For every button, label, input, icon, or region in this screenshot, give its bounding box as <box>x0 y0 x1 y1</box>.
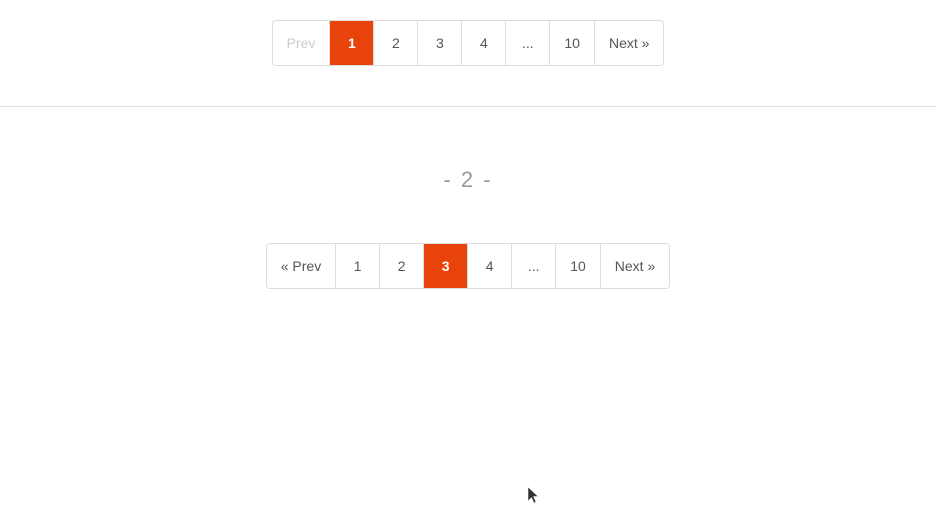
pagination-section-1: Prev 1 2 3 4 ... 10 Next » <box>0 0 936 106</box>
page-2-btn-2[interactable]: 2 <box>380 244 424 288</box>
cursor-pointer <box>528 487 540 505</box>
prev-button-1[interactable]: Prev <box>273 21 331 65</box>
page-3-btn-1[interactable]: 3 <box>418 21 462 65</box>
page-1-btn-1[interactable]: 1 <box>330 21 374 65</box>
page-10-btn-1[interactable]: 10 <box>550 21 595 65</box>
next-button-2[interactable]: Next » <box>601 244 669 288</box>
prev-button-2[interactable]: « Prev <box>267 244 336 288</box>
section-label: - 2 - <box>443 167 492 193</box>
pagination-2: « Prev 1 2 3 4 ... 10 Next » <box>266 243 671 289</box>
page-4-btn-1[interactable]: 4 <box>462 21 506 65</box>
page-4-btn-2[interactable]: 4 <box>468 244 512 288</box>
page-1-btn-2[interactable]: 1 <box>336 244 380 288</box>
pagination-1: Prev 1 2 3 4 ... 10 Next » <box>272 20 665 66</box>
page-2-btn-1[interactable]: 2 <box>374 21 418 65</box>
next-button-1[interactable]: Next » <box>595 21 663 65</box>
pagination-section-2: - 2 - « Prev 1 2 3 4 ... 10 Next » <box>0 107 936 289</box>
ellipsis-1: ... <box>506 21 550 65</box>
page-10-btn-2[interactable]: 10 <box>556 244 601 288</box>
ellipsis-2: ... <box>512 244 556 288</box>
page-3-btn-2[interactable]: 3 <box>424 244 468 288</box>
